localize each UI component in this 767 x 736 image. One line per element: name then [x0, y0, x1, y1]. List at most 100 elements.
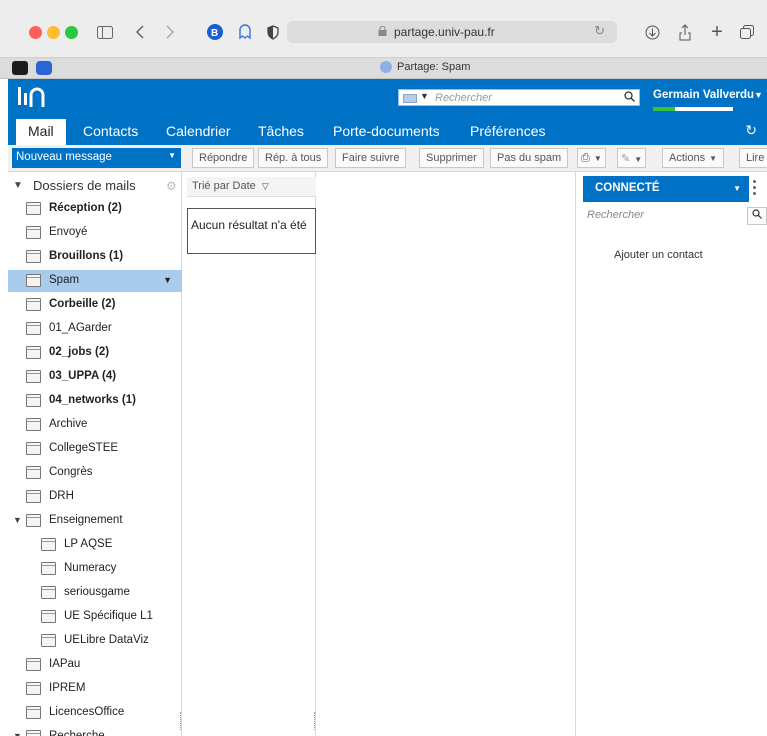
- folder-item[interactable]: IPREM: [8, 678, 182, 700]
- folder-item[interactable]: LP AQSE: [8, 534, 182, 556]
- gear-icon[interactable]: ⚙: [166, 179, 177, 193]
- tab-briefcase[interactable]: Porte-documents: [333, 123, 440, 139]
- pinned-tab-icon[interactable]: [36, 61, 52, 75]
- add-contact-link[interactable]: Ajouter un contact: [614, 249, 703, 261]
- share-icon[interactable]: [676, 21, 694, 43]
- svg-text:B: B: [211, 28, 218, 39]
- contact-search-button[interactable]: [747, 207, 767, 225]
- user-name[interactable]: Germain Vallverdu: [653, 89, 754, 101]
- status-dropdown-icon[interactable]: ▼: [733, 184, 741, 193]
- close-window-button[interactable]: [29, 26, 42, 39]
- mail-search-type-icon[interactable]: [403, 94, 417, 103]
- folder-label: Spam: [49, 274, 80, 286]
- folder-icon: [26, 490, 41, 503]
- expand-arrow-icon[interactable]: ▼: [13, 515, 22, 525]
- sort-dropdown-icon[interactable]: ▽: [262, 181, 269, 191]
- folder-item[interactable]: DRH: [8, 486, 182, 508]
- folder-label: 03_UPPA (4): [49, 370, 117, 382]
- folder-label: IAPau: [49, 658, 81, 670]
- tab-tasks[interactable]: Tâches: [258, 123, 304, 139]
- reply-button[interactable]: Répondre: [192, 148, 255, 168]
- folder-item[interactable]: CollegeSTEE: [8, 438, 182, 460]
- read-button[interactable]: Lire: [739, 148, 767, 168]
- university-logo: [12, 85, 92, 111]
- search-bar[interactable]: ▼ Rechercher: [398, 89, 640, 106]
- folder-item[interactable]: 01_AGarder: [8, 318, 182, 340]
- new-tab-icon[interactable]: +: [708, 21, 726, 43]
- search-icon: [752, 209, 762, 219]
- folder-item[interactable]: IAPau: [8, 654, 182, 676]
- print-button[interactable]: ⎙ ▼: [577, 148, 606, 168]
- address-bar[interactable]: partage.univ-pau.fr ↻: [287, 21, 617, 43]
- connection-status-button[interactable]: CONNECTÉ ▼: [583, 176, 749, 202]
- forward-icon[interactable]: [163, 21, 177, 43]
- ghost-extension-icon[interactable]: [236, 21, 254, 43]
- shield-icon[interactable]: [264, 21, 282, 43]
- folder-item[interactable]: Spam ▼: [8, 270, 182, 292]
- not-spam-button[interactable]: Pas du spam: [490, 148, 569, 168]
- search-type-dropdown-icon[interactable]: ▼: [420, 91, 429, 101]
- actions-button[interactable]: Actions ▼: [662, 148, 724, 168]
- tab-overview-icon[interactable]: [738, 21, 756, 43]
- folder-tree-header[interactable]: ▼ Dossiers de mails ⚙: [8, 178, 182, 196]
- user-menu-dropdown-icon[interactable]: ▼: [754, 90, 763, 100]
- folder-tree-title: Dossiers de mails: [33, 178, 136, 193]
- minimize-window-button[interactable]: [47, 26, 60, 39]
- folder-label: Archive: [49, 418, 88, 430]
- folder-icon: [41, 610, 56, 623]
- active-browser-tab[interactable]: Partage: Spam: [380, 61, 470, 73]
- delete-button[interactable]: Supprimer: [419, 148, 484, 168]
- sort-label: Trié par Date: [192, 180, 256, 192]
- folder-item[interactable]: Numeracy: [8, 558, 182, 580]
- folder-icon: [26, 730, 41, 736]
- tab-contacts[interactable]: Contacts: [83, 123, 138, 139]
- new-message-dropdown-icon[interactable]: ▼: [168, 151, 176, 160]
- folder-item[interactable]: ▼ Recherche: [8, 726, 182, 736]
- downloads-icon[interactable]: [643, 21, 661, 43]
- new-message-label: Nouveau message: [16, 151, 112, 163]
- message-list: Trié par Date ▽ Aucun résultat n'a été: [182, 172, 316, 736]
- search-icon[interactable]: [624, 91, 635, 105]
- reload-icon[interactable]: ↻: [594, 23, 605, 39]
- trash-icon: [26, 298, 41, 311]
- folder-item[interactable]: UE Spécifique L1: [8, 606, 182, 628]
- refresh-icon[interactable]: ↻: [745, 122, 757, 139]
- new-message-button[interactable]: Nouveau message ▼: [12, 148, 181, 168]
- folder-item[interactable]: ▼ Enseignement: [8, 510, 182, 532]
- tab-preferences[interactable]: Préférences: [470, 123, 545, 139]
- back-icon[interactable]: [133, 21, 147, 43]
- folder-icon: [41, 538, 56, 551]
- tab-favicon: [380, 61, 392, 73]
- folder-item[interactable]: Congrès: [8, 462, 182, 484]
- sent-icon: [26, 226, 41, 239]
- folder-item[interactable]: Brouillons (1): [8, 246, 182, 268]
- folder-item[interactable]: 02_jobs (2): [8, 342, 182, 364]
- sort-header[interactable]: Trié par Date ▽: [187, 177, 316, 197]
- forward-button[interactable]: Faire suivre: [335, 148, 407, 168]
- pinned-tab-icon[interactable]: [12, 61, 28, 75]
- tag-button[interactable]: ✎ ▼: [617, 148, 647, 168]
- tab-mail[interactable]: Mail: [16, 119, 66, 145]
- folder-item[interactable]: 03_UPPA (4): [8, 366, 182, 388]
- reply-all-button[interactable]: Rép. à tous: [258, 148, 329, 168]
- tab-calendar[interactable]: Calendrier: [166, 123, 231, 139]
- expand-arrow-icon[interactable]: ▼: [13, 731, 22, 736]
- folder-item[interactable]: Corbeille (2): [8, 294, 182, 316]
- contact-search-input[interactable]: Rechercher: [587, 209, 644, 221]
- url-text: partage.univ-pau.fr: [394, 25, 495, 39]
- folder-item[interactable]: seriousgame: [8, 582, 182, 604]
- collapse-arrow-icon[interactable]: ▼: [13, 180, 23, 191]
- folder-icon: [26, 322, 41, 335]
- folder-item[interactable]: 04_networks (1): [8, 390, 182, 412]
- folder-item[interactable]: Archive: [8, 414, 182, 436]
- folder-dropdown-icon[interactable]: ▼: [163, 275, 172, 285]
- folder-item[interactable]: UELibre DataViz: [8, 630, 182, 652]
- zoom-window-button[interactable]: [65, 26, 78, 39]
- bitwarden-extension-icon[interactable]: B: [206, 21, 224, 43]
- folder-item[interactable]: Envoyé: [8, 222, 182, 244]
- folder-item[interactable]: Réception (2): [8, 198, 182, 220]
- sidebar-toggle-icon[interactable]: [96, 21, 114, 43]
- more-options-icon[interactable]: [753, 180, 757, 198]
- folder-label: CollegeSTEE: [49, 442, 119, 454]
- folder-item[interactable]: LicencesOffice: [8, 702, 182, 724]
